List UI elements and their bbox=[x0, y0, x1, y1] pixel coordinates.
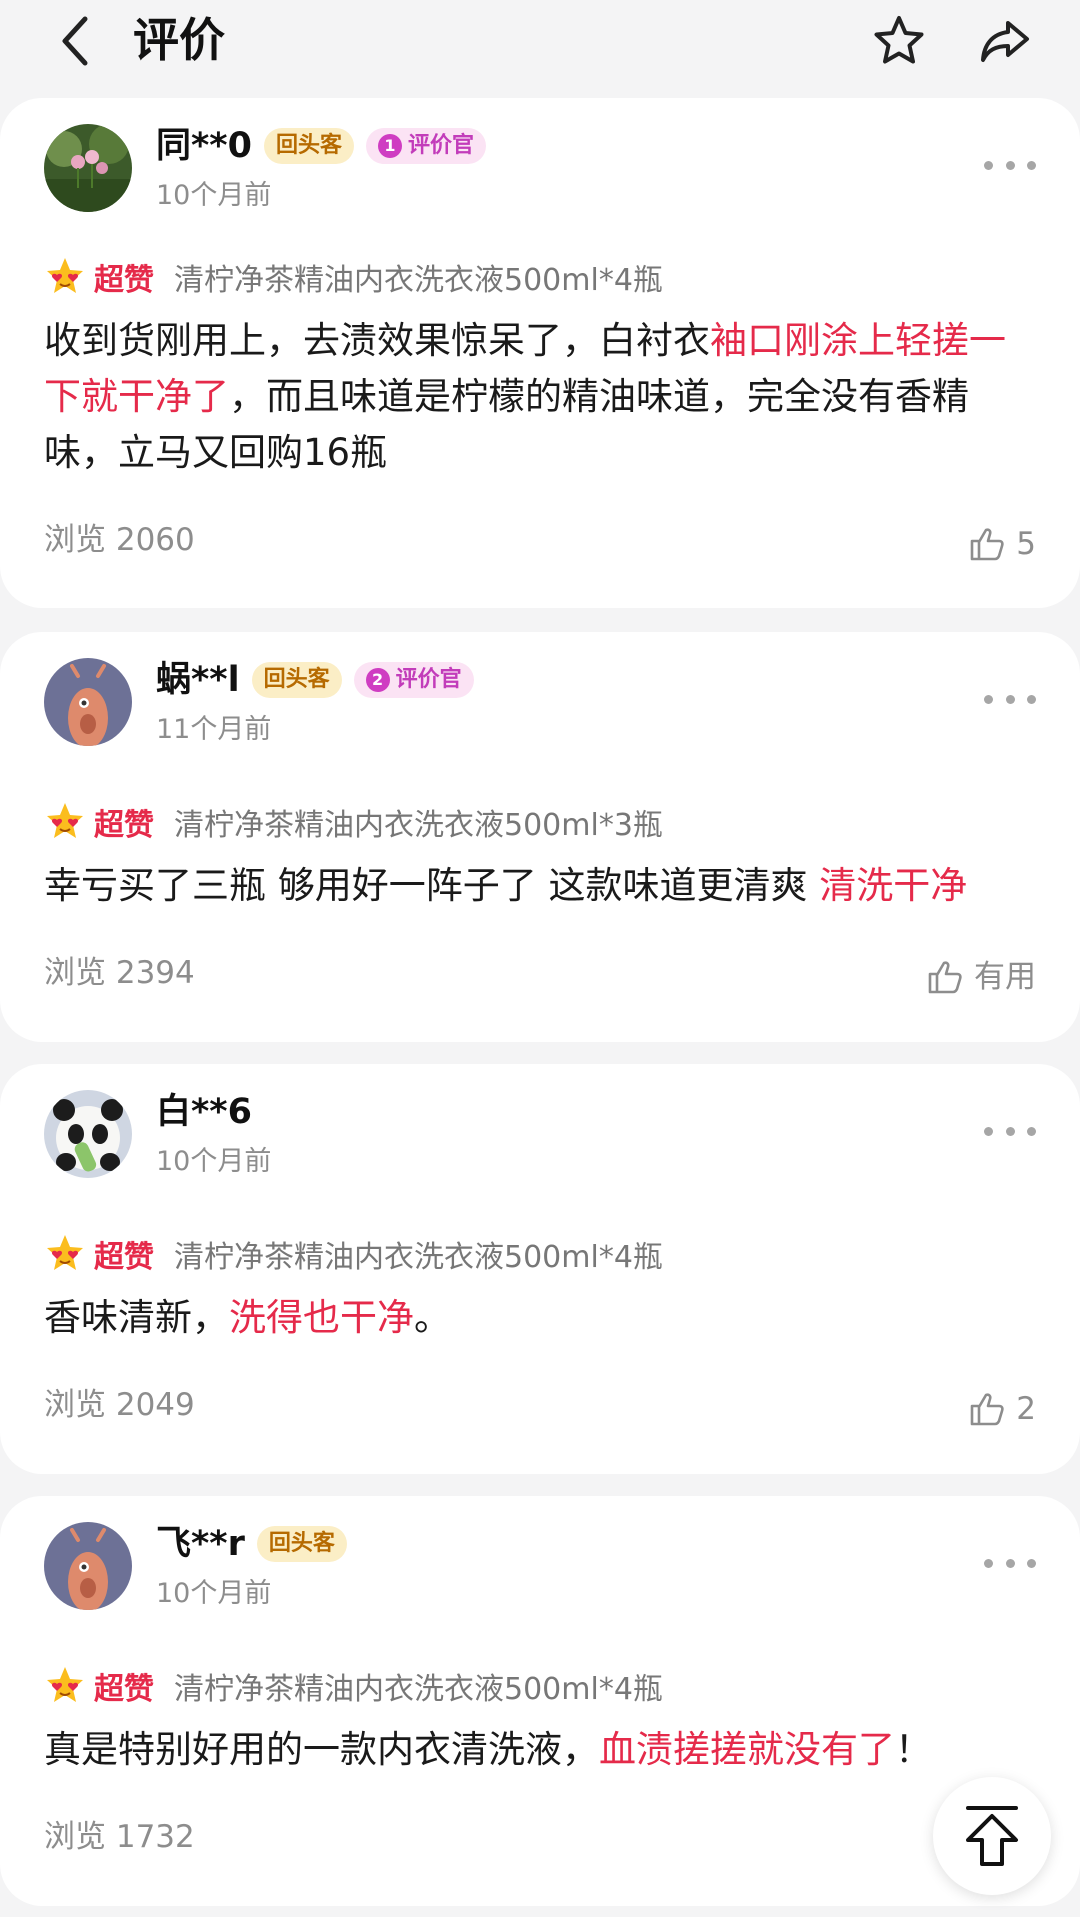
review-time: 11个月前 bbox=[156, 714, 272, 745]
share-arrow-icon bbox=[981, 21, 1029, 62]
review-time: 10个月前 bbox=[156, 180, 272, 211]
page-title: 评价 bbox=[133, 13, 225, 67]
review-text-segment: 幸亏买了三瓶 够用好一阵子了 这款味道更清爽 bbox=[44, 864, 820, 907]
username: 同**0 回头客 1 评价官 bbox=[156, 124, 486, 168]
like-count: 2 bbox=[1016, 1391, 1036, 1427]
thumbs-up-icon bbox=[928, 961, 962, 994]
star-icon bbox=[874, 16, 924, 64]
review-text-highlight: 清洗干净 bbox=[819, 864, 968, 907]
rating-row: 超赞 清柠净茶精油内衣洗衣液500ml*4瓶 bbox=[44, 1232, 663, 1276]
avatar[interactable] bbox=[44, 658, 132, 746]
review-card: 同**0 回头客 1 评价官 10个月前 超赞 清柠净茶精油内衣洗衣液500ml… bbox=[0, 98, 1080, 608]
avatar[interactable] bbox=[44, 1522, 132, 1610]
more-dot bbox=[1005, 1558, 1015, 1568]
reviewer-badge-label: 评价官 bbox=[395, 667, 462, 692]
review-text-segment: 香味清新， bbox=[44, 1296, 229, 1339]
heart-eyes-emoji-icon bbox=[47, 1235, 83, 1270]
more-dot bbox=[1027, 1558, 1036, 1568]
username-text: 白**6 bbox=[156, 1092, 252, 1132]
more-dot bbox=[1005, 1126, 1015, 1136]
scroll-to-top-icon bbox=[966, 1806, 1018, 1866]
more-options-button[interactable] bbox=[984, 684, 1036, 714]
rating-label: 超赞 bbox=[94, 1672, 154, 1707]
more-dot bbox=[984, 1126, 993, 1136]
review-text-segment: 真是特别好用的一款内衣清洗液， bbox=[44, 1728, 599, 1771]
review-time: 10个月前 bbox=[156, 1146, 272, 1177]
view-count: 浏览 2394 bbox=[44, 955, 195, 991]
rating-label: 超赞 bbox=[94, 263, 154, 298]
back-button[interactable] bbox=[40, 6, 110, 76]
avatar[interactable] bbox=[44, 1090, 132, 1178]
username-text: 蜗**l bbox=[156, 660, 240, 700]
reviewer-level: 2 bbox=[365, 668, 390, 692]
review-text-segment: 收到货刚用上，去渍效果惊呆了，白衬衣 bbox=[44, 319, 710, 362]
returning-customer-badge: 回头客 bbox=[251, 662, 342, 698]
reviewer-badge-label: 评价官 bbox=[407, 133, 474, 158]
product-spec: 清柠净茶精油内衣洗衣液500ml*4瓶 bbox=[174, 263, 663, 298]
reviewer-badge: 2 评价官 bbox=[353, 662, 474, 698]
product-spec: 清柠净茶精油内衣洗衣液500ml*4瓶 bbox=[174, 1240, 663, 1275]
rating-row: 超赞 清柠净茶精油内衣洗衣液500ml*4瓶 bbox=[44, 255, 663, 299]
returning-customer-badge: 回头客 bbox=[256, 1526, 347, 1562]
more-dot bbox=[1005, 694, 1015, 704]
heart-eyes-emoji-icon bbox=[47, 258, 83, 293]
reviewer-badge: 1 评价官 bbox=[365, 128, 486, 164]
review-text: 幸亏买了三瓶 够用好一阵子了 这款味道更清爽 清洗干净 bbox=[44, 858, 1036, 914]
favorite-button[interactable] bbox=[864, 6, 934, 76]
thumbs-up-icon bbox=[970, 528, 1004, 561]
helpful-button[interactable]: 有用 bbox=[926, 957, 1036, 997]
like-count: 5 bbox=[1016, 526, 1036, 562]
more-dot bbox=[1027, 694, 1036, 704]
review-text-highlight: 洗得也干净 bbox=[229, 1296, 414, 1339]
reviewer-level: 1 bbox=[377, 134, 402, 158]
share-button[interactable] bbox=[970, 6, 1040, 76]
more-dot bbox=[1027, 1126, 1036, 1136]
heart-eyes-emoji-icon bbox=[47, 1667, 83, 1702]
review-card: 飞**r 回头客 10个月前 超赞 清柠净茶精油内衣洗衣液500ml*4瓶 真是… bbox=[0, 1496, 1080, 1906]
review-text: 收到货刚用上，去渍效果惊呆了，白衬衣袖口刚涂上轻搓一下就干净了，而且味道是柠檬的… bbox=[44, 313, 1036, 481]
product-spec: 清柠净茶精油内衣洗衣液500ml*3瓶 bbox=[174, 808, 663, 843]
chevron-left-icon bbox=[62, 16, 88, 66]
username-text: 飞**r bbox=[156, 1524, 245, 1564]
more-dot bbox=[984, 160, 993, 170]
more-options-button[interactable] bbox=[984, 1116, 1036, 1146]
avatar[interactable] bbox=[44, 124, 132, 212]
more-dot bbox=[1005, 160, 1015, 170]
review-text-highlight: 血渍搓搓就没有了 bbox=[599, 1728, 895, 1771]
top-nav-bar: 评价 bbox=[0, 0, 1080, 86]
review-time: 10个月前 bbox=[156, 1578, 272, 1609]
more-dot bbox=[1027, 160, 1036, 170]
username: 飞**r 回头客 bbox=[156, 1522, 347, 1566]
view-count: 浏览 1732 bbox=[44, 1819, 195, 1855]
more-options-button[interactable] bbox=[984, 150, 1036, 180]
username: 蜗**l 回头客 2 评价官 bbox=[156, 658, 474, 702]
more-dot bbox=[984, 694, 993, 704]
rating-row: 超赞 清柠净茶精油内衣洗衣液500ml*4瓶 bbox=[44, 1664, 663, 1708]
username: 白**6 bbox=[156, 1090, 252, 1134]
like-button[interactable]: 2 bbox=[968, 1389, 1036, 1429]
review-card: 蜗**l 回头客 2 评价官 11个月前 超赞 清柠净茶精油内衣洗衣液500ml… bbox=[0, 632, 1080, 1042]
rating-label: 超赞 bbox=[94, 808, 154, 843]
rating-row: 超赞 清柠净茶精油内衣洗衣液500ml*3瓶 bbox=[44, 800, 663, 844]
heart-eyes-emoji-icon bbox=[47, 803, 83, 838]
review-card: 白**6 10个月前 超赞 清柠净茶精油内衣洗衣液500ml*4瓶 香味清新，洗… bbox=[0, 1064, 1080, 1474]
view-count: 浏览 2049 bbox=[44, 1387, 195, 1423]
more-dot bbox=[984, 1558, 993, 1568]
like-button[interactable]: 5 bbox=[968, 524, 1036, 564]
review-text-segment: 。 bbox=[414, 1296, 451, 1339]
scroll-to-top-button[interactable] bbox=[933, 1777, 1051, 1895]
rating-label: 超赞 bbox=[94, 1240, 154, 1275]
helpful-label: 有用 bbox=[974, 959, 1036, 995]
returning-customer-badge: 回头客 bbox=[263, 128, 354, 164]
more-options-button[interactable] bbox=[984, 1548, 1036, 1578]
review-text-segment: ！ bbox=[895, 1728, 932, 1771]
thumbs-up-icon bbox=[970, 1393, 1004, 1426]
review-text: 真是特别好用的一款内衣清洗液，血渍搓搓就没有了！ bbox=[44, 1722, 1036, 1778]
view-count: 浏览 2060 bbox=[44, 522, 195, 558]
review-text: 香味清新，洗得也干净。 bbox=[44, 1290, 1036, 1346]
product-spec: 清柠净茶精油内衣洗衣液500ml*4瓶 bbox=[174, 1672, 663, 1707]
username-text: 同**0 bbox=[156, 126, 252, 166]
